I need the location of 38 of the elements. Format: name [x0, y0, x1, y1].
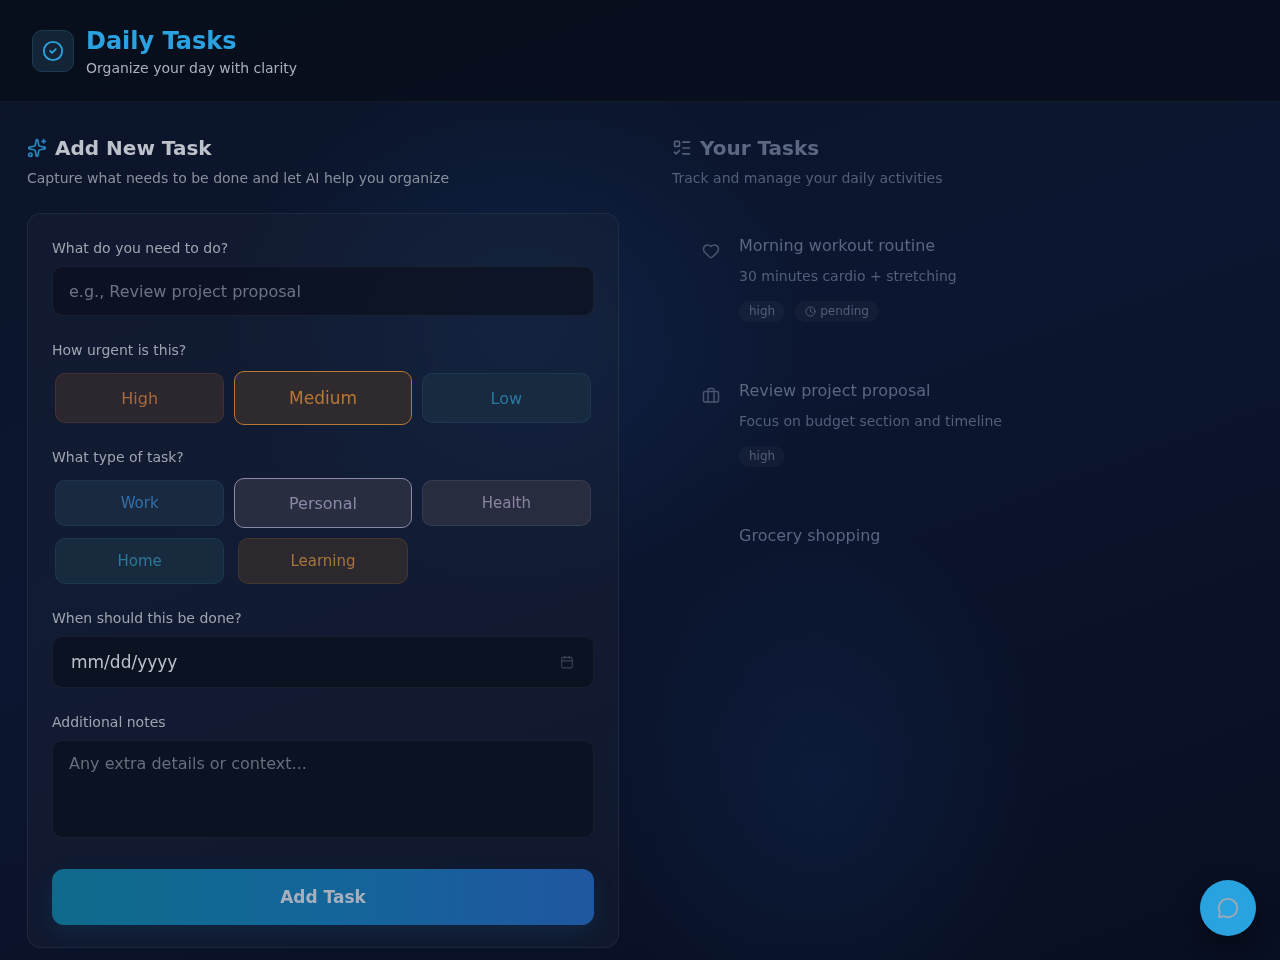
date-input[interactable]: mm/dd/yyyy	[52, 636, 594, 688]
field-label: What type of task?	[52, 449, 185, 466]
option-button[interactable]: Learning	[238, 538, 408, 584]
field-label: Additional notes	[52, 714, 167, 731]
priority-tag: high	[739, 446, 786, 467]
section-title: Add New Task	[55, 136, 212, 160]
clock-icon	[805, 306, 817, 317]
option-button[interactable]: Health	[421, 480, 591, 526]
option-button[interactable]: Work	[55, 480, 225, 526]
task-input[interactable]: e.g., Review project proposal	[52, 266, 594, 316]
checklist-icon	[672, 138, 692, 158]
heart-icon	[702, 242, 720, 260]
add-task-button[interactable]: Add Task	[52, 869, 594, 925]
chat-bubble-icon	[1217, 897, 1239, 919]
task-description: Focus on budget section and timeline	[739, 413, 1002, 430]
option-button[interactable]: Home	[55, 538, 225, 584]
task-title: Grocery shopping	[739, 526, 881, 546]
notes-textarea[interactable]: Any extra details or context...	[52, 740, 594, 838]
section-subtitle: Capture what needs to be done and let AI help you organize	[27, 170, 451, 187]
app-subtitle: Organize your day with clarity	[86, 59, 298, 77]
briefcase-icon	[702, 387, 720, 405]
option-button[interactable]: Personal	[234, 478, 412, 528]
option-button[interactable]: Low	[421, 373, 591, 423]
task-title: Morning workout routine	[739, 236, 936, 256]
option-button[interactable]: High	[55, 373, 225, 423]
field-label: How urgent is this?	[52, 342, 188, 359]
field-label: What do you need to do?	[52, 240, 230, 257]
section-title: Your Tasks	[700, 136, 820, 160]
task-title: Review project proposal	[739, 381, 931, 401]
priority-tag: high	[739, 301, 786, 322]
app-title: Daily Tasks	[86, 26, 238, 56]
option-button[interactable]: Medium	[234, 371, 412, 425]
chat-button[interactable]	[1200, 880, 1256, 936]
status-text: pending	[820, 304, 869, 319]
task-description: 30 minutes cardio + stretching	[739, 268, 957, 285]
sparkles-icon	[27, 138, 47, 158]
section-subtitle: Track and manage your daily activities	[672, 170, 944, 187]
field-label: When should this be done?	[52, 610, 243, 627]
